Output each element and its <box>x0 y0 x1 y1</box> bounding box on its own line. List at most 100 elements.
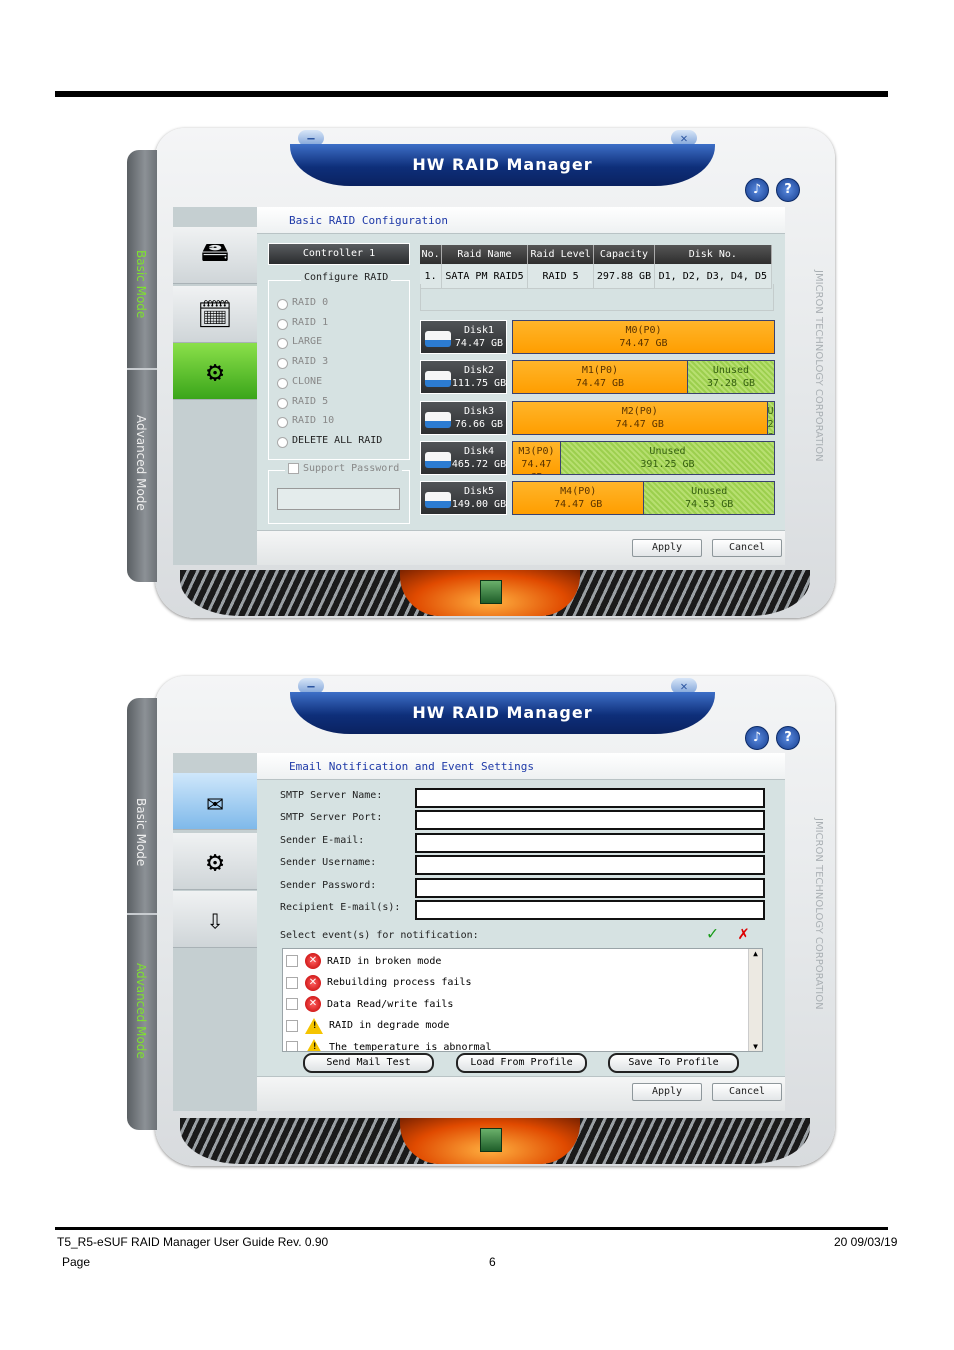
disk-label[interactable]: Disk2 111.75 GB <box>420 360 507 395</box>
event-item[interactable]: ✕ Rebuilding process fails <box>286 973 472 993</box>
raid-member-segment[interactable]: M1(P0) 74.47 GB <box>513 361 687 394</box>
support-password-checkbox[interactable]: Support Password <box>285 463 403 474</box>
segment-label: Unused <box>767 405 774 417</box>
raid-config-button[interactable]: ⚙ <box>173 343 257 400</box>
raid-option-radio[interactable] <box>277 397 288 409</box>
raid-option-radio[interactable] <box>277 436 288 448</box>
hard-drive-icon <box>425 331 451 347</box>
event-item[interactable]: ✕ RAID in broken mode <box>286 951 441 971</box>
configure-raid-label: Configure RAID <box>301 272 392 283</box>
action-bar: Apply Cancel <box>257 530 785 565</box>
field-input[interactable] <box>415 877 765 898</box>
disk-label[interactable]: Disk3 76.66 GB <box>420 400 507 435</box>
disk-name-text: Disk5 <box>463 486 495 498</box>
field-label: Sender Password: <box>280 879 377 891</box>
event-item[interactable]: ! RAID in degrade mode <box>286 1016 449 1036</box>
segment-label: Unused <box>712 365 750 377</box>
event-checkbox[interactable] <box>286 1041 298 1051</box>
vendor-label: JMICRON TECHNOLOGY CORPORATION <box>813 818 824 1010</box>
segment-label: M0(P0) <box>625 325 662 336</box>
raid-member-segment[interactable]: M4(P0) 74.47 GB <box>513 482 644 515</box>
controller-selector[interactable]: Controller 1 <box>268 243 410 265</box>
raid-option-label: CLONE <box>292 375 323 387</box>
bottom-grille <box>180 570 810 616</box>
event-item[interactable]: ✕ Data Read/write fails <box>286 994 453 1014</box>
hard-drive-icon <box>425 411 451 428</box>
raid-config-button[interactable]: ⚙ <box>173 833 257 890</box>
select-all-check-icon[interactable]: ✓ <box>707 923 718 944</box>
field-input[interactable] <box>415 855 765 876</box>
load-from-profile-button[interactable]: Load From Profile <box>456 1053 587 1073</box>
disk-size-text: 76.66 GB <box>454 418 504 430</box>
event-checkbox[interactable] <box>286 998 298 1010</box>
raid-option-radio[interactable] <box>277 377 288 389</box>
sound-icon[interactable]: ♪ <box>745 178 769 202</box>
save-to-profile-button[interactable]: Save To Profile <box>608 1053 739 1073</box>
disk-label[interactable]: Disk5 149.00 GB <box>420 481 507 516</box>
raid-option-radio[interactable] <box>277 318 288 330</box>
event-checkbox[interactable] <box>286 1019 298 1032</box>
apply-button[interactable]: Apply <box>632 1083 702 1101</box>
send-mail-test-button[interactable]: Send Mail Test <box>303 1053 434 1073</box>
field-input[interactable] <box>415 832 765 853</box>
mode-strip: Basic Mode Advanced Mode <box>127 150 157 582</box>
error-icon: ✕ <box>305 953 321 969</box>
disk-name: Disk3 76.66 GB <box>451 405 507 431</box>
raid-member-segment[interactable]: M0(P0) 74.47 GB <box>513 321 774 353</box>
event-label: RAID in broken mode <box>327 955 442 967</box>
cancel-button[interactable]: Cancel <box>712 539 782 557</box>
error-icon: ✕ <box>305 974 321 991</box>
event-checkbox[interactable] <box>286 955 298 967</box>
event-checkbox[interactable] <box>286 976 298 989</box>
footer-page-number: 6 <box>489 1255 496 1269</box>
footer-rule <box>55 1227 888 1230</box>
disk-label[interactable]: Disk1 74.47 GB <box>420 320 507 354</box>
firmware-update-button[interactable]: ⇩ <box>173 891 257 948</box>
disk-usage-bar: M2(P0)74.47 GBUnused2.19 GB <box>512 400 775 435</box>
raid-option-radio[interactable] <box>277 299 288 310</box>
raid-member-segment[interactable]: M3(P0)74.47 GB <box>513 441 560 474</box>
function-icon-column: ✉ ⚙ ⇩ <box>173 753 257 1111</box>
table-header: Raid Level <box>527 245 595 264</box>
disk-name: Disk4 465.72 GB <box>451 445 507 471</box>
status-button[interactable]: 🗓 <box>173 286 257 343</box>
cancel-button[interactable]: Cancel <box>712 1083 782 1101</box>
sound-icon[interactable]: ♪ <box>745 726 769 750</box>
table-header: No. <box>420 245 443 264</box>
event-list: ✕ RAID in broken mode ✕ Rebuilding process … <box>282 948 763 1052</box>
event-item[interactable]: ! The temperature is abnormal <box>286 1037 492 1051</box>
event-list-scrollbar[interactable]: ▲ ▼ <box>748 949 762 1051</box>
field-input[interactable] <box>415 810 765 831</box>
field-label: Sender E-mail: <box>280 834 365 846</box>
raid-list-button[interactable]: 🖴 <box>173 227 257 284</box>
advanced-mode-tab[interactable]: Advanced Mode <box>134 963 148 1059</box>
footer-date: 20 09/03/19 <box>834 1235 898 1249</box>
mail-icon: ✉ <box>206 784 224 818</box>
apply-button[interactable]: Apply <box>632 539 702 557</box>
segment-size: 2.19 GB <box>767 418 774 434</box>
monitor-clock-icon: 🗓 <box>197 297 233 331</box>
email-notification-button[interactable]: ✉ <box>173 773 257 830</box>
basic-raid-panel: Basic RAID Configuration Controller 1 Co… <box>257 207 785 565</box>
segment-size: 74.47 GB <box>615 418 664 430</box>
gear-disk-icon: ⚙ <box>206 844 224 878</box>
unused-segment[interactable]: Unused 74.53 GB <box>643 482 774 515</box>
unused-segment[interactable]: Unused 37.28 GB <box>686 361 774 394</box>
basic-mode-tab[interactable]: Basic Mode <box>134 250 148 318</box>
unused-segment[interactable]: Unused 391.25 GB <box>559 441 774 474</box>
field-input[interactable] <box>415 788 765 808</box>
basic-mode-tab[interactable]: Basic Mode <box>134 798 148 866</box>
unused-segment[interactable]: Unused2.19 GB <box>766 401 774 434</box>
help-icon[interactable]: ? <box>776 178 800 202</box>
help-icon[interactable]: ? <box>776 726 800 750</box>
window-title: HW RAID Manager <box>290 692 715 734</box>
deselect-all-x-icon[interactable]: ✗ <box>738 923 749 944</box>
advanced-mode-tab[interactable]: Advanced Mode <box>134 415 148 511</box>
disk-label[interactable]: Disk4 465.72 GB <box>420 440 507 475</box>
segment-size: 74.47 GB <box>521 458 552 474</box>
disk-name: Disk2 111.75 GB <box>451 364 507 390</box>
raid-member-segment[interactable]: M2(P0) 74.47 GB <box>513 401 767 434</box>
field-input[interactable] <box>415 900 765 920</box>
disk-size-text: 149.00 GB <box>451 499 507 511</box>
password-input[interactable] <box>277 488 400 510</box>
